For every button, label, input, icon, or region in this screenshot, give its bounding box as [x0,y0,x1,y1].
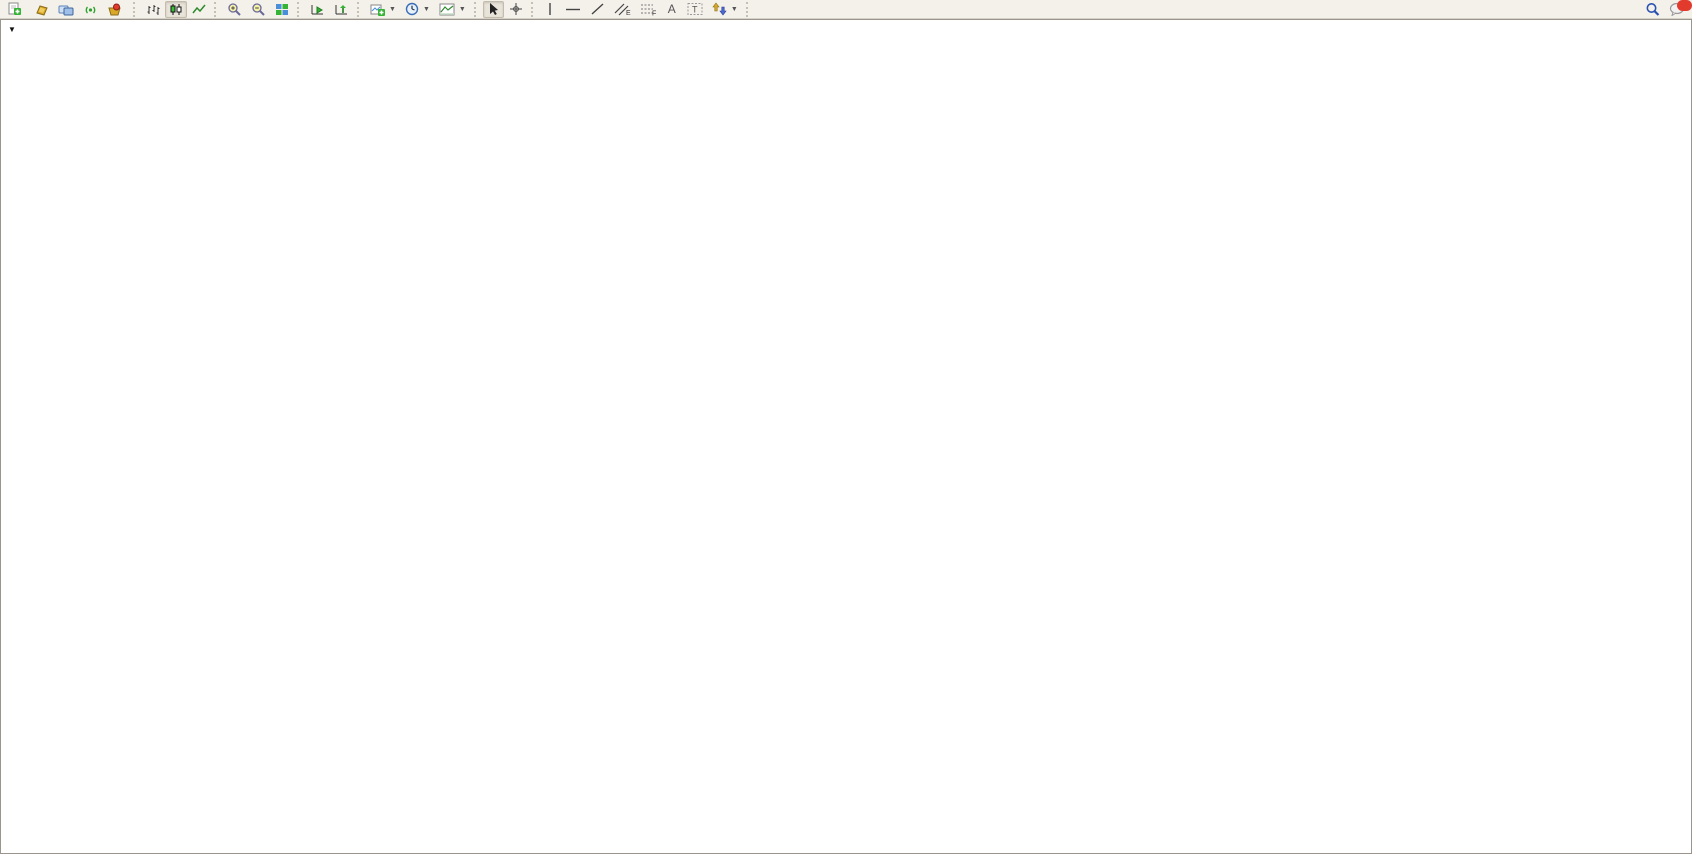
svg-text:T: T [692,5,698,15]
line-chart-icon [192,3,206,16]
template-button[interactable]: ▼ [435,1,470,18]
search-icon [1645,2,1660,17]
cursor-icon [487,2,500,16]
rsi-indicator-label [8,721,14,757]
horizontal-line-button[interactable] [561,1,585,18]
chart-title[interactable]: ▼ [8,25,26,34]
new-order-icon [7,2,22,16]
equidistant-channel-icon: E [614,2,631,16]
trend-line-button[interactable] [586,1,609,18]
macd-indicator-label [8,608,14,656]
vertical-line-button[interactable] [540,1,560,18]
notification-badge [1677,0,1692,11]
chevron-down-icon: ▼ [731,6,738,13]
line-chart-button[interactable] [188,1,210,18]
chart-shift-icon [334,3,349,16]
zoom-out-button[interactable] [247,1,270,18]
zoom-out-icon [251,2,266,16]
fibonacci-button[interactable]: F [636,1,661,18]
toolbar: ▼ ▼ ▼ E F A T ▼ [0,0,1692,19]
period-clock-icon [405,2,419,16]
zoom-in-icon [227,2,242,16]
chevron-down-icon: ▼ [459,6,466,13]
toolbar-grip [531,2,536,17]
horizontal-line-icon [565,3,581,16]
svg-text:E: E [626,10,631,16]
gold-button[interactable] [30,1,53,18]
chevron-down-icon: ▼ [389,6,396,13]
toolbar-grip [357,2,362,17]
fibonacci-icon: F [640,2,657,16]
vertical-line-icon [545,2,555,16]
gold-icon [34,3,49,16]
chat-button[interactable] [1665,1,1689,18]
search-button[interactable] [1641,1,1664,18]
mql-button[interactable] [54,1,78,18]
cursor-button[interactable] [483,1,504,18]
zoom-in-button[interactable] [223,1,246,18]
period-button[interactable]: ▼ [401,1,434,18]
text-label-icon: T [687,2,703,16]
new-order-button[interactable] [3,1,29,18]
bar-chart-icon [146,3,160,16]
arrows-button[interactable]: ▼ [708,1,742,18]
svg-text:F: F [652,11,656,17]
template-icon [439,3,455,16]
chevron-down-icon: ▼ [8,25,16,34]
add-indicator-icon [370,3,385,16]
bar-chart-button[interactable] [142,1,164,18]
auto-scroll-button[interactable] [306,1,329,18]
tile-windows-icon [275,3,289,16]
toolbar-grip [214,2,219,17]
crosshair-button[interactable] [505,1,527,18]
signals-icon [83,3,98,16]
auto-trading-icon [107,3,122,16]
tile-windows-button[interactable] [271,1,293,18]
mql-cloud-icon [58,3,74,16]
chart-autoscroll-icon [310,3,325,16]
candlestick-chart-icon [169,3,183,16]
toolbar-grip [297,2,302,17]
chart-shift-button[interactable] [330,1,353,18]
auto-trading-button[interactable] [103,1,129,18]
crosshair-icon [509,2,523,16]
equidistant-channel-button[interactable]: E [610,1,635,18]
text-label-button[interactable]: T [683,1,707,18]
signals-button[interactable] [79,1,102,18]
candlestick-chart-button[interactable] [165,1,187,18]
chart-canvas[interactable] [0,19,1692,854]
chevron-down-icon: ▼ [423,6,430,13]
add-indicator-button[interactable]: ▼ [366,1,400,18]
text-button[interactable]: A [662,1,682,18]
trend-line-icon [590,2,605,16]
text-icon: A [668,3,676,15]
toolbar-grip [474,2,479,17]
toolbar-grip [746,2,751,17]
arrows-icon [712,2,727,16]
toolbar-grip [133,2,138,17]
